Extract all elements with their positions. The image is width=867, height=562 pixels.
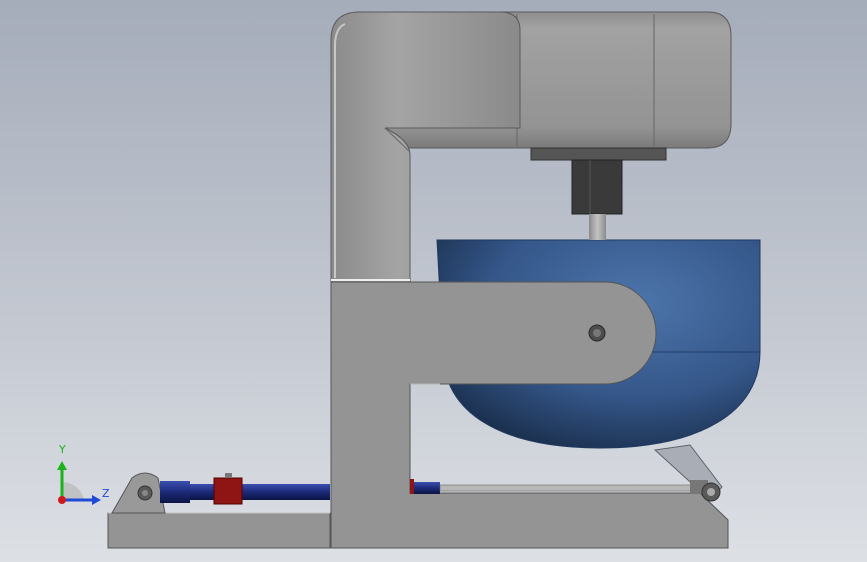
actuator-tube bbox=[190, 484, 330, 500]
actuator-clamp[interactable] bbox=[213, 477, 243, 505]
motor-coupling bbox=[571, 159, 623, 215]
actuator-cylinder bbox=[160, 481, 190, 503]
motor-flange bbox=[530, 147, 667, 161]
mixer-shaft[interactable] bbox=[589, 214, 606, 240]
axis-y-label: Y bbox=[59, 443, 66, 456]
actuator-rod-end bbox=[410, 482, 440, 494]
triad-origin bbox=[58, 496, 66, 504]
axis-z-label: Z bbox=[102, 487, 110, 500]
base-plate[interactable] bbox=[107, 512, 331, 549]
mixer-assembly-model[interactable] bbox=[0, 0, 867, 562]
actuator-rod bbox=[439, 484, 699, 492]
cad-viewport[interactable]: Y Z bbox=[0, 0, 867, 562]
